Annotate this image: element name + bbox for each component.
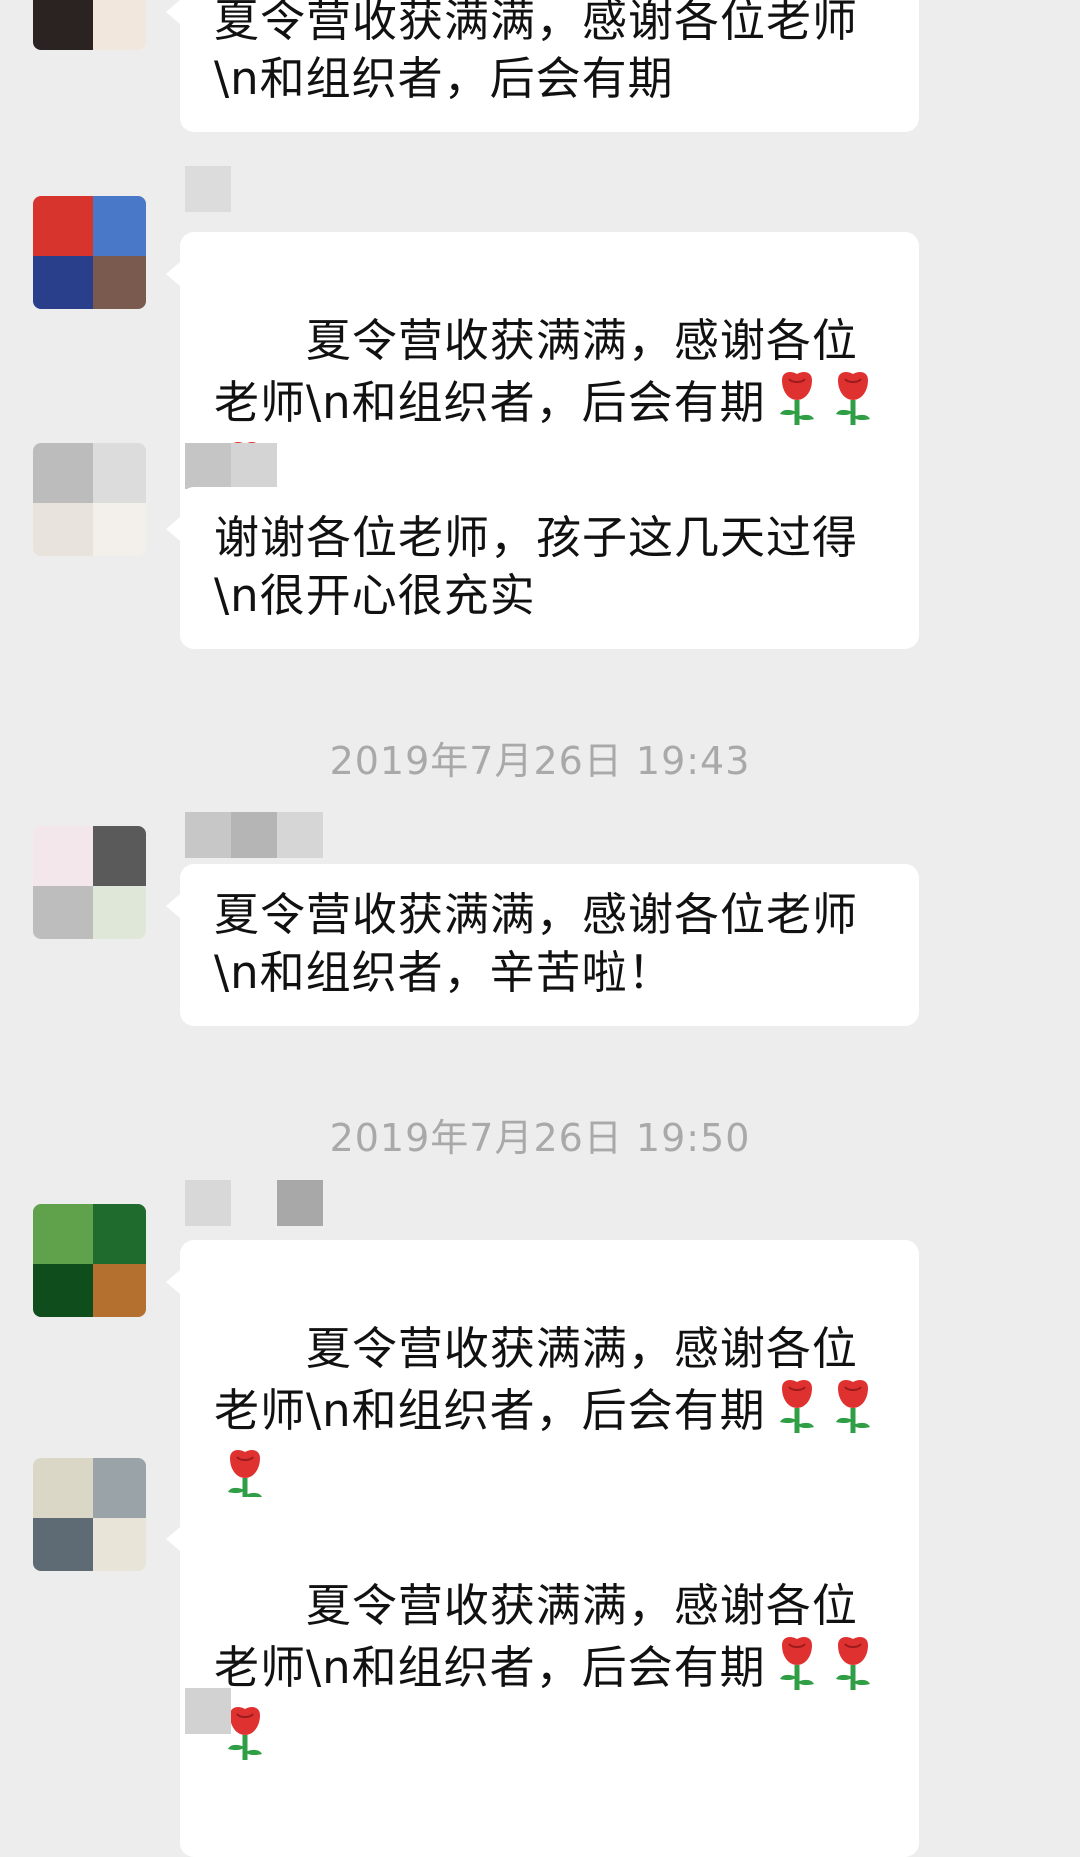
avatar-pixel [93, 256, 146, 309]
avatar[interactable] [33, 1204, 146, 1317]
avatar[interactable] [33, 1458, 146, 1571]
message-bubble[interactable]: 谢谢各位老师，孩子这几天过得\n很开心很充实 [166, 487, 919, 649]
avatar-pixel [93, 1264, 146, 1317]
sender-name-blurred [185, 1180, 365, 1226]
avatar-pixel [33, 503, 93, 556]
avatar-pixel [93, 1458, 146, 1518]
message-bubble[interactable]: 夏令营收获满满，感谢各位老师\n和组织者，后会有期 [166, 1497, 919, 1857]
avatar-pixel [33, 1518, 93, 1571]
avatar-pixel [33, 196, 93, 256]
avatar-pixel [33, 443, 93, 503]
avatar-pixel [93, 1204, 146, 1264]
avatar-pixel [93, 886, 146, 939]
rose-emoji-icon [772, 370, 822, 440]
avatar-pixel [93, 196, 146, 256]
rose-emoji-icon [828, 1635, 878, 1705]
avatar-pixel [33, 1458, 93, 1518]
message-text: 谢谢各位老师，孩子这几天过得\n很开心很充实 [214, 511, 859, 622]
sender-name-blurred [185, 443, 365, 489]
sender-name-blurred [185, 166, 365, 212]
sender-name-blurred [185, 812, 365, 858]
name-pixel [185, 812, 231, 858]
message-text-content: 夏令营收获满满，感谢各位老师\n和组织者，后会有期 [214, 1322, 858, 1437]
rose-emoji-icon [772, 1635, 822, 1705]
message-text-content: 夏令营收获满满，感谢各位老师\n和组织者，后会有期 [214, 314, 858, 429]
chat-window: 夏令营收获满满，感谢各位老师\n和组织者，后会有期 夏令营收获满满，感谢各位老师… [0, 0, 1080, 1857]
name-pixel [231, 443, 277, 489]
avatar-pixel [93, 826, 146, 886]
name-pixel [277, 812, 323, 858]
rose-emoji-icon [772, 1378, 822, 1448]
message-bubble[interactable]: 夏令营收获满满，感谢各位老师\n和组织者，辛苦啦！ [166, 864, 919, 1026]
rose-emoji-icon [828, 1378, 878, 1448]
message-bubble[interactable]: 夏令营收获满满，感谢各位老师\n和组织者，后会有期 [166, 0, 919, 132]
avatar[interactable] [33, 0, 146, 50]
name-pixel [277, 1180, 323, 1226]
avatar-pixel [93, 443, 146, 503]
avatar-pixel [33, 0, 93, 50]
rose-emoji-icon [828, 370, 878, 440]
message-text: 夏令营收获满满，感谢各位老师\n和组织者，辛苦啦！ [214, 888, 859, 999]
sender-name-blurred [185, 1688, 365, 1734]
name-pixel [185, 443, 231, 489]
avatar[interactable] [33, 196, 146, 309]
name-pixel [185, 166, 231, 212]
timestamp: 2019年7月26日 19:43 [329, 739, 751, 783]
name-pixel [185, 1180, 231, 1226]
avatar-pixel [33, 886, 93, 939]
avatar-pixel [93, 1518, 146, 1571]
avatar-pixel [33, 826, 93, 886]
message-text-content: 夏令营收获满满，感谢各位老师\n和组织者，后会有期 [214, 1579, 858, 1694]
message-text: 夏令营收获满满，感谢各位老师\n和组织者，后会有期 [214, 0, 859, 105]
timestamp: 2019年7月26日 19:50 [329, 1116, 751, 1160]
name-pixel [231, 812, 277, 858]
avatar-pixel [33, 256, 93, 309]
avatar[interactable] [33, 443, 146, 556]
avatar-pixel [93, 503, 146, 556]
avatar[interactable] [33, 826, 146, 939]
avatar-pixel [33, 1264, 93, 1317]
avatar-pixel [33, 1204, 93, 1264]
avatar-pixel [93, 0, 146, 50]
message-text: 夏令营收获满满，感谢各位老师\n和组织者，后会有期 [214, 1519, 889, 1833]
name-pixel [185, 1688, 231, 1734]
